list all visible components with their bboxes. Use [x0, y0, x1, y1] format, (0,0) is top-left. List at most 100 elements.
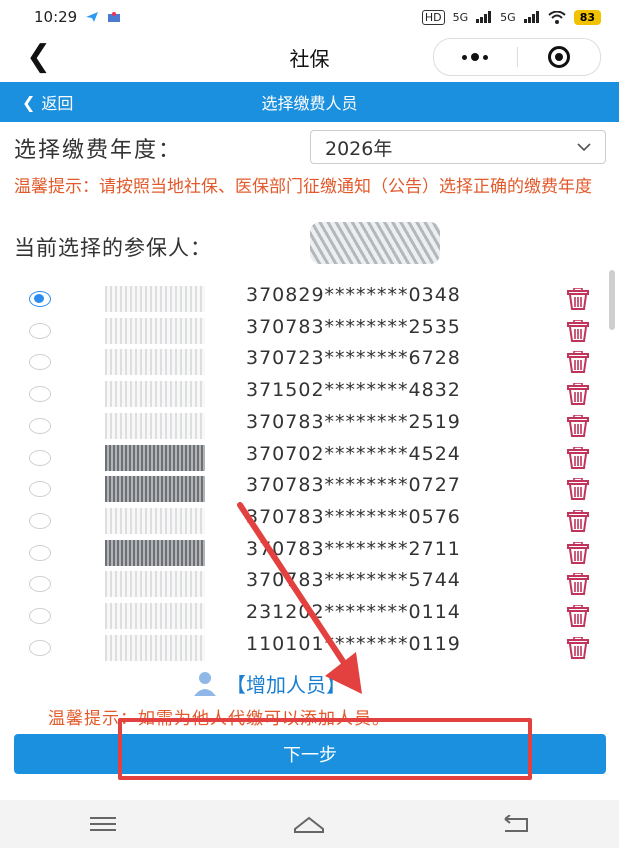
radio-button[interactable]: [29, 576, 51, 593]
signal-icon: [476, 11, 492, 23]
redacted-name: [105, 603, 205, 629]
id-number: 370783********2535: [246, 315, 461, 338]
back-link[interactable]: ❮ 返回: [22, 90, 73, 114]
add-person-button[interactable]: 【增加人员】: [190, 668, 346, 698]
redacted-name: [105, 349, 205, 376]
redacted-name: [105, 539, 205, 566]
trash-icon[interactable]: [565, 446, 591, 469]
trash-icon[interactable]: [565, 541, 591, 564]
person-row[interactable]: 370702********4524: [0, 441, 619, 473]
person-row[interactable]: 370783********5744: [0, 567, 619, 599]
redacted-name: [105, 412, 205, 439]
year-select[interactable]: 2026年: [310, 130, 606, 164]
radio-button[interactable]: [29, 449, 51, 466]
id-number: 370783********2711: [246, 537, 461, 560]
header-bar: ❮ 返回 选择缴费人员: [0, 82, 619, 122]
id-number: 370702********4524: [246, 442, 461, 465]
id-number: 370783********0576: [246, 505, 461, 528]
redacted-name: [105, 286, 205, 312]
redacted-name: [105, 444, 205, 471]
person-row[interactable]: 370783********0576: [0, 504, 619, 536]
hd-badge: HD: [421, 9, 445, 25]
id-number: 370783********2519: [246, 410, 461, 433]
home-icon: [294, 816, 325, 833]
menu-nav-button[interactable]: [83, 809, 123, 839]
trash-icon[interactable]: [565, 605, 591, 627]
back-icon: [504, 815, 528, 832]
person-row[interactable]: 231202********0114: [0, 599, 619, 631]
status-left: 10:29: [34, 8, 121, 26]
trash-icon[interactable]: [565, 509, 591, 532]
id-number: 370723********6728: [246, 347, 461, 370]
id-number: 110101********0119: [246, 632, 461, 655]
back-label: 返回: [41, 94, 74, 113]
signal-icon-2: [523, 11, 539, 23]
send-icon: [86, 12, 99, 22]
redacted-name: [105, 381, 205, 408]
header-title: 选择缴费人员: [261, 94, 358, 113]
year-row: 选择缴费年度： 2026年: [14, 128, 606, 168]
id-number: 370829********0348: [246, 284, 461, 306]
person-list: 370829********0348 370783********2535 3707…: [0, 282, 619, 662]
battery-indicator: 83: [573, 9, 601, 25]
highlight-box: [118, 718, 532, 780]
person-row[interactable]: 370783********2519: [0, 409, 619, 441]
trash-icon[interactable]: [565, 383, 591, 406]
capsule-menu: [433, 38, 601, 76]
trash-icon[interactable]: [565, 478, 591, 501]
year-label: 选择缴费年度：: [14, 138, 183, 163]
redacted-name: [105, 634, 205, 661]
trash-icon[interactable]: [565, 288, 591, 310]
more-icon: [462, 53, 489, 61]
home-nav-button[interactable]: [289, 809, 329, 839]
status-right: HD 5G 5G 83: [421, 9, 601, 25]
radio-button[interactable]: [29, 481, 51, 498]
radio-button[interactable]: [29, 639, 51, 656]
chevron-left-icon: ❮: [22, 92, 36, 112]
trash-icon[interactable]: [565, 636, 591, 659]
id-number: 370783********5744: [246, 569, 461, 592]
current-insured-label: 当前选择的参保人：: [14, 236, 212, 260]
redacted-name: [310, 222, 440, 264]
radio-button[interactable]: [29, 291, 51, 307]
redacted-name: [105, 317, 205, 344]
id-number: 231202********0114: [246, 601, 461, 623]
year-value: 2026年: [325, 137, 393, 160]
radio-button[interactable]: [29, 386, 51, 403]
person-icon: [194, 672, 216, 696]
person-row[interactable]: 370783********2535: [0, 314, 619, 346]
status-bar: 10:29 HD 5G 5G 83: [0, 0, 619, 34]
target-icon: [547, 46, 570, 68]
trash-icon[interactable]: [565, 319, 591, 342]
signal-5g-2: 5G: [500, 10, 516, 24]
person-row[interactable]: 370829********0348: [0, 282, 619, 314]
id-number: 370783********0727: [246, 474, 461, 497]
person-row[interactable]: 370783********0727: [0, 472, 619, 504]
scrollbar[interactable]: [609, 270, 615, 330]
radio-button[interactable]: [29, 608, 51, 624]
titlebar: ❮ 社保: [0, 34, 619, 80]
close-button[interactable]: [518, 39, 601, 75]
person-row[interactable]: 371502********4832: [0, 377, 619, 409]
person-row[interactable]: 370783********2711: [0, 536, 619, 568]
trash-icon[interactable]: [565, 351, 591, 374]
trash-icon[interactable]: [565, 573, 591, 596]
back-chevron-icon[interactable]: ❮: [26, 42, 51, 72]
more-button[interactable]: [434, 39, 517, 75]
page-title: 社保: [289, 46, 330, 71]
radio-button[interactable]: [29, 354, 51, 371]
radio-button[interactable]: [29, 417, 51, 434]
signal-5g-1: 5G: [452, 10, 469, 24]
person-row[interactable]: 110101********0119: [0, 631, 619, 663]
redacted-name: [105, 476, 205, 503]
app-icon: [108, 12, 121, 22]
radio-button[interactable]: [29, 322, 51, 339]
back-nav-button[interactable]: [496, 809, 536, 839]
redacted-name: [105, 571, 205, 598]
radio-button[interactable]: [29, 512, 51, 529]
radio-button[interactable]: [29, 544, 51, 561]
menu-icon: [90, 817, 117, 831]
chevron-down-icon: [577, 143, 591, 151]
trash-icon[interactable]: [565, 414, 591, 437]
person-row[interactable]: 370723********6728: [0, 345, 619, 377]
